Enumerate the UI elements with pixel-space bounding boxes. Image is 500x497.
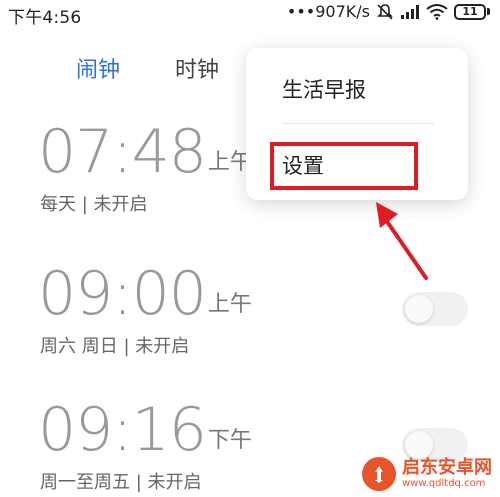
watermark-logo-icon: [362, 457, 396, 491]
tab-clock[interactable]: 时钟: [175, 52, 219, 84]
alarm-time: 07:48: [38, 117, 207, 187]
wifi-icon: [426, 3, 448, 20]
alarm-subtitle: 周一至周五 | 未开启: [40, 468, 252, 494]
signal-icon: [400, 4, 420, 20]
alarm-repeat: 周六 周日: [40, 336, 118, 357]
alarm-status: 未开启: [147, 472, 202, 493]
status-bar: 下午4:56 •••907K/s 11: [0, 0, 500, 28]
toggle-knob: [405, 295, 433, 323]
separator: |: [81, 194, 88, 215]
network-speed: •••907K/s: [286, 2, 370, 21]
status-time: 下午4:56: [8, 8, 82, 28]
status-icons: •••907K/s 11: [287, 2, 490, 21]
menu-divider: [282, 123, 434, 124]
separator: |: [123, 336, 130, 357]
toggle-knob: [405, 431, 433, 459]
annotation-arrow-icon: [376, 202, 428, 280]
alarm-repeat: 周一至周五: [40, 472, 130, 493]
tab-alarm[interactable]: 闹钟: [76, 52, 120, 84]
mute-icon: [376, 3, 394, 21]
alarm-time: 09:00: [38, 259, 207, 329]
separator: |: [135, 472, 142, 493]
menu-item-daily-report[interactable]: 生活早报: [282, 74, 366, 104]
alarm-subtitle: 每天 | 未开启: [40, 190, 252, 216]
alarm-status: 未开启: [93, 194, 148, 215]
alarm-item[interactable]: 09:00上午 周六 周日 | 未开启: [38, 262, 252, 358]
watermark-url: www.qdltdq.com: [402, 478, 486, 489]
alarm-subtitle: 周六 周日 | 未开启: [40, 332, 252, 358]
alarm-ampm: 上午: [207, 292, 252, 317]
alarm-item[interactable]: 07:48上午 每天 | 未开启: [38, 120, 252, 216]
alarm-repeat: 每天: [40, 194, 76, 215]
battery-icon: 11: [454, 3, 490, 20]
watermark: 启东安卓网 www.qdltdq.com: [362, 457, 492, 491]
alarm-item[interactable]: 09:16下午 周一至周五 | 未开启: [38, 398, 252, 494]
alarm-time: 09:16: [38, 395, 207, 465]
alarm-ampm: 下午: [207, 428, 252, 453]
alarm-toggle[interactable]: [402, 292, 468, 326]
settings-highlight-box: [270, 142, 418, 190]
battery-level: 11: [462, 5, 478, 18]
watermark-title: 启东安卓网: [402, 457, 492, 478]
alarm-status: 未开启: [135, 336, 190, 357]
